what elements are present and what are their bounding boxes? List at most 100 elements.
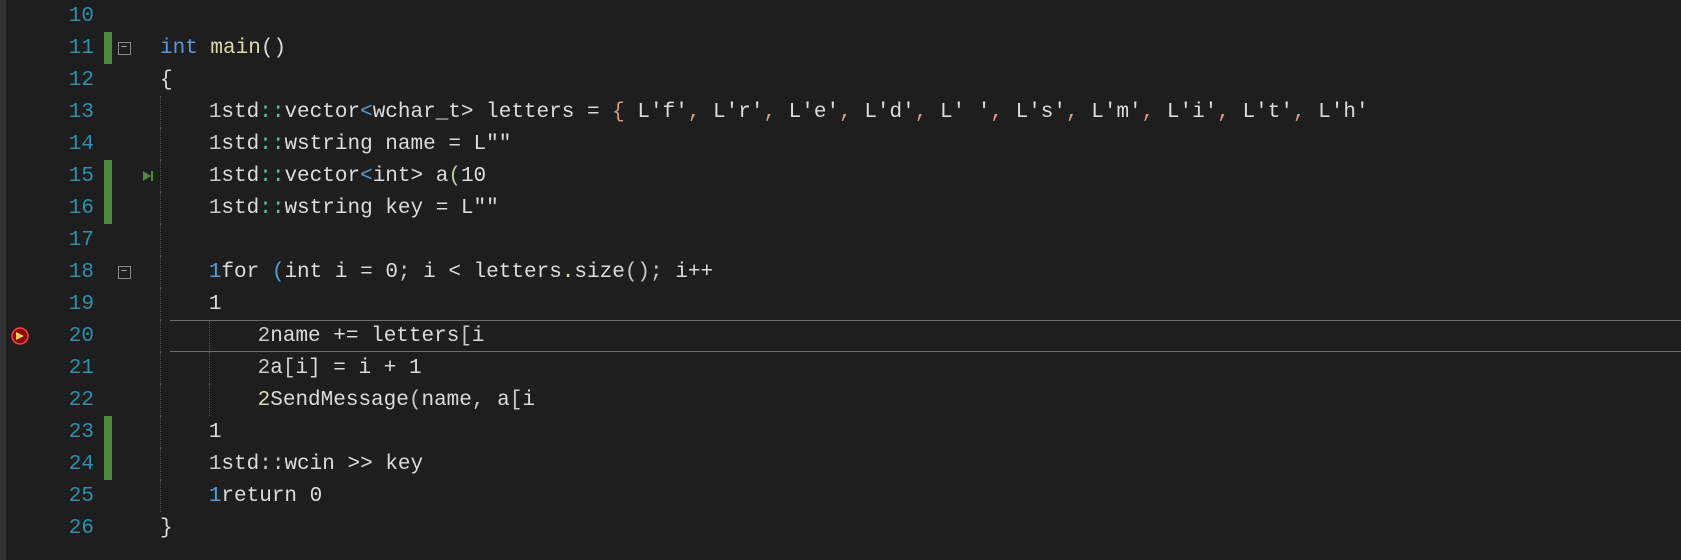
breakpoint-gutter[interactable] — [0, 352, 40, 384]
fold-gutter[interactable] — [112, 0, 136, 32]
fold-gutter[interactable] — [112, 448, 136, 480]
fold-gutter[interactable] — [112, 512, 136, 544]
execution-gutter — [136, 32, 160, 64]
token-var — [322, 261, 335, 284]
code-content[interactable]: { — [160, 64, 173, 96]
breakpoint-gutter[interactable] — [0, 96, 40, 128]
fold-gutter[interactable] — [112, 384, 136, 416]
line-number: 22 — [40, 389, 104, 412]
code-line[interactable]: 21 2a[i] = i + 1 — [0, 352, 1681, 384]
breakpoint-gutter[interactable] — [0, 320, 40, 352]
breakpoint-gutter[interactable] — [0, 416, 40, 448]
breakpoint-gutter[interactable] — [0, 384, 40, 416]
fold-gutter[interactable] — [112, 160, 136, 192]
fold-gutter[interactable] — [112, 128, 136, 160]
change-indicator — [104, 192, 112, 224]
token-op — [321, 325, 334, 348]
code-line[interactable]: 24 1std::wcin >> key — [0, 448, 1681, 480]
code-line[interactable]: 11−int main() — [0, 32, 1681, 64]
fold-collapse-icon[interactable]: − — [118, 42, 131, 55]
code-content[interactable]: 1std::wstring key = L"" — [160, 192, 499, 224]
code-content[interactable]: } — [160, 512, 173, 544]
breakpoint-gutter[interactable] — [0, 0, 40, 32]
code-line[interactable]: 20 2name += letters[i — [0, 320, 1681, 352]
code-line[interactable]: 15 1std::vector<int> a(10 — [0, 160, 1681, 192]
execution-gutter — [136, 192, 160, 224]
breakpoint-gutter[interactable] — [0, 288, 40, 320]
breakpoint-current-icon[interactable] — [10, 326, 30, 346]
indent-space — [171, 197, 209, 220]
execution-gutter — [136, 160, 160, 192]
token-sp: = — [448, 133, 461, 156]
fold-gutter[interactable] — [112, 416, 136, 448]
fold-gutter[interactable] — [112, 480, 136, 512]
breakpoint-gutter[interactable] — [0, 64, 40, 96]
breakpoint-gutter[interactable] — [0, 480, 40, 512]
code-content[interactable]: 1return 0 — [160, 480, 322, 512]
fold-gutter[interactable] — [112, 320, 136, 352]
breakpoint-gutter[interactable] — [0, 128, 40, 160]
code-content[interactable]: 1for (int i = 0; i < letters.size(); i++ — [160, 256, 713, 288]
fold-gutter[interactable] — [112, 288, 136, 320]
code-line[interactable]: 14 1std::wstring name = L"" — [0, 128, 1681, 160]
token-pun: name — [421, 389, 471, 412]
code-line[interactable]: 19 1 — [0, 288, 1681, 320]
token-sp: name — [270, 325, 320, 348]
token-sp — [198, 37, 211, 60]
token-var — [346, 357, 359, 380]
code-content[interactable]: 1std::wstring name = L"" — [160, 128, 511, 160]
code-line[interactable]: 22 2SendMessage(name, a[i — [0, 384, 1681, 416]
token-op: std — [221, 101, 259, 124]
code-line[interactable]: 13 1std::vector<wchar_t> letters = { L'f… — [0, 96, 1681, 128]
code-line[interactable]: 23 1 — [0, 416, 1681, 448]
breakpoint-gutter[interactable] — [0, 192, 40, 224]
token-pun: L't' — [1243, 101, 1293, 124]
indent-guide — [160, 320, 171, 352]
breakpoint-gutter[interactable] — [0, 256, 40, 288]
token-sp: key — [385, 197, 423, 220]
code-content[interactable]: 1 — [160, 288, 221, 320]
token-var: [ — [283, 357, 296, 380]
breakpoint-gutter[interactable] — [0, 32, 40, 64]
fold-gutter[interactable]: − — [112, 32, 136, 64]
fold-collapse-icon[interactable]: − — [118, 266, 131, 279]
line-number: 21 — [40, 357, 104, 380]
code-content[interactable]: 1std::vector<int> a(10 — [160, 160, 486, 192]
code-line[interactable]: 17 — [0, 224, 1681, 256]
token-num — [297, 485, 310, 508]
fold-gutter[interactable] — [112, 352, 136, 384]
breakpoint-gutter[interactable] — [0, 160, 40, 192]
execution-gutter — [136, 128, 160, 160]
fold-gutter[interactable] — [112, 192, 136, 224]
fold-gutter[interactable]: − — [112, 256, 136, 288]
code-line[interactable]: 16 1std::wstring key = L"" — [0, 192, 1681, 224]
code-content[interactable]: 2name += letters[i — [160, 320, 485, 352]
line-number: 24 — [40, 453, 104, 476]
indent-space — [171, 101, 209, 124]
code-line[interactable]: 18− 1for (int i = 0; i < letters.size();… — [0, 256, 1681, 288]
code-line[interactable]: 26} — [0, 512, 1681, 544]
code-content[interactable]: 1std::vector<wchar_t> letters = { L'f', … — [160, 96, 1369, 128]
breakpoint-gutter[interactable] — [0, 224, 40, 256]
token-var — [358, 325, 371, 348]
line-number: 20 — [40, 325, 104, 348]
code-content[interactable]: 1 — [160, 416, 221, 448]
code-content[interactable]: int main() — [160, 32, 286, 64]
code-editor[interactable]: 1011−int main()12{13 1std::vector<wchar_… — [0, 0, 1681, 560]
token-pun: L'r' — [713, 101, 763, 124]
token-sp: int — [284, 261, 322, 284]
fold-gutter[interactable] — [112, 224, 136, 256]
breakpoint-gutter[interactable] — [0, 448, 40, 480]
breakpoint-gutter[interactable] — [0, 512, 40, 544]
code-content[interactable] — [160, 224, 209, 256]
code-line[interactable]: 12{ — [0, 64, 1681, 96]
code-line[interactable]: 10 — [0, 0, 1681, 32]
fold-gutter[interactable] — [112, 64, 136, 96]
token-sp: >> — [347, 453, 372, 476]
code-content[interactable]: 2a[i] = i + 1 — [160, 352, 422, 384]
code-line[interactable]: 25 1return 0 — [0, 480, 1681, 512]
fold-gutter[interactable] — [112, 96, 136, 128]
code-content[interactable]: 2SendMessage(name, a[i — [160, 384, 535, 416]
code-content[interactable]: 1std::wcin >> key — [160, 448, 423, 480]
line-number: 26 — [40, 517, 104, 540]
